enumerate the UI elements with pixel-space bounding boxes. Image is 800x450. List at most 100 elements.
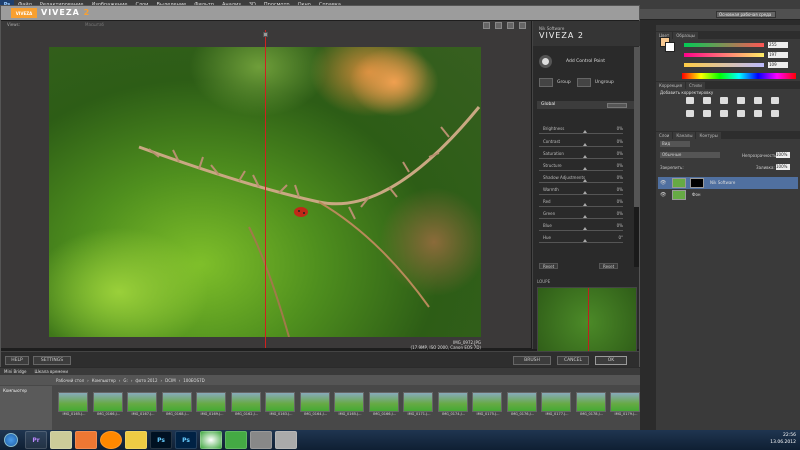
premiere-taskbar-icon[interactable]: Pr [25,431,47,449]
layer-name[interactable]: Nik Software [710,180,735,185]
vibrance-icon[interactable] [754,97,762,104]
photoshop-active-taskbar-icon[interactable]: Ps [175,431,197,449]
ungroup-label[interactable]: Ungroup [595,80,614,85]
split-view-icon[interactable] [495,22,502,29]
background-color-swatch[interactable] [665,42,675,52]
blend-mode-select[interactable]: Обычные [660,152,720,158]
red-channel-bar[interactable] [684,43,764,47]
firefox-taskbar-icon[interactable] [100,431,122,449]
color-spectrum[interactable] [682,73,796,79]
ok-button[interactable]: OK [595,356,627,365]
app-taskbar-icon[interactable] [250,431,272,449]
visibility-eye-icon[interactable]: 👁 [660,180,666,186]
green-channel-bar[interactable] [684,53,764,57]
split-handle[interactable] [263,32,268,37]
workspace-select[interactable]: Основная рабочая среда [716,11,776,18]
loupe-label[interactable]: LOUPE [537,279,550,284]
reset-button[interactable]: Reset [599,263,619,269]
split-preview-line[interactable] [265,30,266,348]
thumbnail-item[interactable]: IMG_0164.J... [299,392,332,418]
thumbnail-item[interactable]: IMG_0168.J... [161,392,194,418]
utorrent-taskbar-icon[interactable] [225,431,247,449]
thumbnail-item[interactable]: IMG_0165.J... [334,392,366,418]
tab-paths[interactable]: Контуры [696,132,721,139]
breadcrumb-item[interactable]: Рабочий стол [56,378,84,383]
start-button[interactable] [0,430,22,450]
system-tray-clock[interactable]: 22:56 13.06.2012 [736,432,796,448]
brightness-slider[interactable]: Brightness 0% [539,126,623,138]
red-slider[interactable]: Red 0% [539,199,623,211]
breadcrumb-item[interactable]: 100EOS7D [183,378,204,383]
photo-filter-icon[interactable] [720,110,728,117]
invert-icon[interactable] [754,110,762,117]
breadcrumb-item[interactable]: фото 2012 [135,378,157,383]
hue-sat-icon[interactable] [771,97,779,104]
tab-timeline[interactable]: Шкала времени [31,369,72,374]
thumbnail-item[interactable]: IMG_0177.J... [541,392,573,418]
bw-icon[interactable] [703,110,711,117]
structure-slider[interactable]: Structure 0% [539,163,623,175]
folder-taskbar-icon[interactable] [125,431,147,449]
thumbnail-item[interactable]: IMG_0169.J... [196,392,228,418]
explorer-taskbar-icon[interactable] [50,431,72,449]
tab-styles[interactable]: Стили [685,82,705,89]
group-icon[interactable] [539,77,553,87]
blue-value[interactable]: 109 [768,62,788,68]
thumbnail-item[interactable]: IMG_0178.J... [575,392,608,418]
photoshop-taskbar-icon[interactable]: Ps [150,431,172,449]
thumbnail-item[interactable]: IMG_0166.J... [368,392,401,418]
opacity-value[interactable]: 100% [776,152,790,158]
saturation-slider[interactable]: Saturation 0% [539,151,623,163]
bridge-navigation[interactable]: Компьютер [0,386,52,430]
chrome-taskbar-icon[interactable] [200,431,222,449]
layer-row[interactable]: 👁 Nik Software [658,177,798,189]
tab-mini-bridge[interactable]: Mini Bridge [0,369,31,374]
green-slider[interactable]: Green 0% [539,211,623,223]
blue-slider[interactable]: Blue 0% [539,223,623,235]
settings-button[interactable]: SETTINGS [33,356,71,365]
add-control-point-button[interactable]: Add Control Point [539,52,635,70]
thumbnail-item[interactable]: IMG_0165.J... [58,392,90,418]
breadcrumb-item[interactable]: DCIM [165,378,176,383]
tab-layers[interactable]: Слои [656,132,673,139]
thumbnail-item[interactable]: IMG_0179.J... [610,392,642,418]
balance-icon[interactable] [686,110,694,117]
thumbnail-item[interactable]: IMG_0162.J... [230,392,263,418]
computer-label[interactable]: Компьютер [3,388,27,393]
breadcrumb-item[interactable]: Компьютер [92,378,116,383]
single-view-icon[interactable] [483,22,490,29]
thumbnail-item[interactable]: IMG_0163.J... [265,392,297,418]
curves-icon[interactable] [720,97,728,104]
reset-dropdown[interactable]: Reset [539,263,559,269]
thumbnail-item[interactable]: IMG_0167.J... [127,392,159,418]
thumbnail-item[interactable]: IMG_0175.J... [472,392,504,418]
hue-slider[interactable]: Hue 0° [539,235,623,247]
mixer-icon[interactable] [737,110,745,117]
tab-adjustments[interactable]: Коррекция [656,82,685,89]
exposure-icon[interactable] [737,97,745,104]
thumbnail-item[interactable]: IMG_0176.J... [506,392,539,418]
shadow-adjustments-slider[interactable]: Shadow Adjustments 0% [539,175,623,187]
thumbnail-item[interactable]: IMG_0171.J... [403,392,435,418]
panel-scrollbar[interactable] [634,47,639,267]
thumbnail-item[interactable]: IMG_0166.J... [92,392,125,418]
fill-value[interactable]: 100% [776,164,790,170]
media-player-taskbar-icon[interactable] [75,431,97,449]
help-button[interactable]: HELP [5,356,29,365]
levels-icon[interactable] [703,97,711,104]
group-label[interactable]: Group [557,80,571,85]
blue-channel-bar[interactable] [684,63,764,67]
brightness-icon[interactable] [686,97,694,104]
posterize-icon[interactable] [771,110,779,117]
red-value[interactable]: 255 [768,42,788,48]
ungroup-icon[interactable] [576,77,591,87]
global-menu-button[interactable] [607,103,627,108]
breadcrumb-item[interactable]: G: [123,378,127,383]
cancel-button[interactable]: CANCEL [557,356,589,365]
contrast-slider[interactable]: Contrast 0% [539,139,623,151]
layer-row[interactable]: 👁 Фон [658,189,798,201]
tab-swatches[interactable]: Образцы [673,32,698,39]
layer-filter-kind[interactable]: Вид [660,141,690,147]
visibility-eye-icon[interactable]: 👁 [660,192,666,198]
warmth-slider[interactable]: Warmth 0% [539,187,623,199]
